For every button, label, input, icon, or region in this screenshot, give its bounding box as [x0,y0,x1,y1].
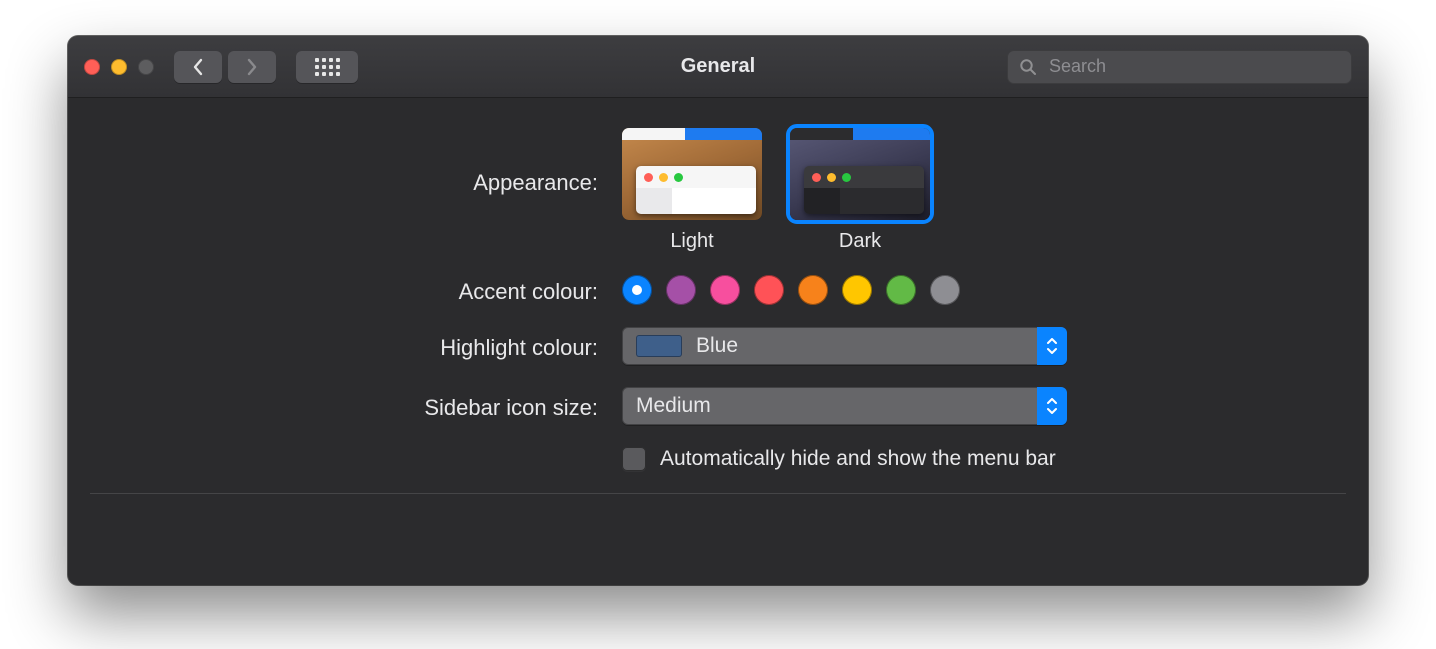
zoom-window-button[interactable] [138,59,154,75]
accent-swatches [622,275,960,305]
back-button[interactable] [174,51,222,83]
toolbar: General [68,36,1368,98]
accent-swatch-green[interactable] [886,275,916,305]
chevron-right-icon [246,58,258,76]
highlight-colour-popup[interactable]: Blue [622,327,1067,365]
sidebar-icon-row: Sidebar icon size: Medium [168,387,1268,425]
appearance-label: Appearance: [168,128,598,196]
search-input[interactable] [1047,55,1340,78]
appearance-option-light[interactable]: Light [622,128,762,253]
nav-group [174,51,358,83]
accent-swatch-orange[interactable] [798,275,828,305]
window-controls [84,59,154,75]
sidebar-icon-size-popup[interactable]: Medium [622,387,1067,425]
sidebar-icon-size-value: Medium [636,394,711,418]
preferences-window: General Appearance: [68,36,1368,585]
accent-swatch-purple[interactable] [666,275,696,305]
accent-swatch-blue[interactable] [622,275,652,305]
menubar-autohide-label: Automatically hide and show the menu bar [660,447,1056,471]
accent-swatch-pink[interactable] [710,275,740,305]
appearance-row: Appearance: Light [168,128,1268,253]
grid-icon [315,58,340,76]
chevron-left-icon [192,58,204,76]
search-icon [1019,58,1037,76]
appearance-thumb-dark [790,128,930,220]
minimize-window-button[interactable] [111,59,127,75]
close-window-button[interactable] [84,59,100,75]
section-divider [90,493,1346,521]
menubar-autohide-row: Automatically hide and show the menu bar [168,447,1268,471]
sidebar-icon-label: Sidebar icon size: [168,391,598,421]
menubar-autohide-control[interactable]: Automatically hide and show the menu bar [622,447,1056,471]
appearance-option-dark[interactable]: Dark [790,128,930,253]
menubar-autohide-checkbox[interactable] [622,447,646,471]
appearance-options: Light Dark [622,128,930,253]
accent-swatch-yellow[interactable] [842,275,872,305]
appearance-thumb-light [622,128,762,220]
accent-swatch-red[interactable] [754,275,784,305]
highlight-colour-chip [636,335,682,357]
accent-label: Accent colour: [168,275,598,305]
accent-row: Accent colour: [168,275,1268,305]
accent-swatch-graphite[interactable] [930,275,960,305]
appearance-option-light-label: Light [670,230,713,253]
highlight-colour-value: Blue [696,334,738,358]
search-field[interactable] [1007,50,1352,84]
pane-body: Appearance: Light [68,98,1368,521]
popup-stepper-icon [1037,387,1067,425]
highlight-row: Highlight colour: Blue [168,327,1268,365]
show-all-button[interactable] [296,51,358,83]
highlight-label: Highlight colour: [168,331,598,361]
appearance-option-dark-label: Dark [839,230,881,253]
forward-button[interactable] [228,51,276,83]
popup-stepper-icon [1037,327,1067,365]
